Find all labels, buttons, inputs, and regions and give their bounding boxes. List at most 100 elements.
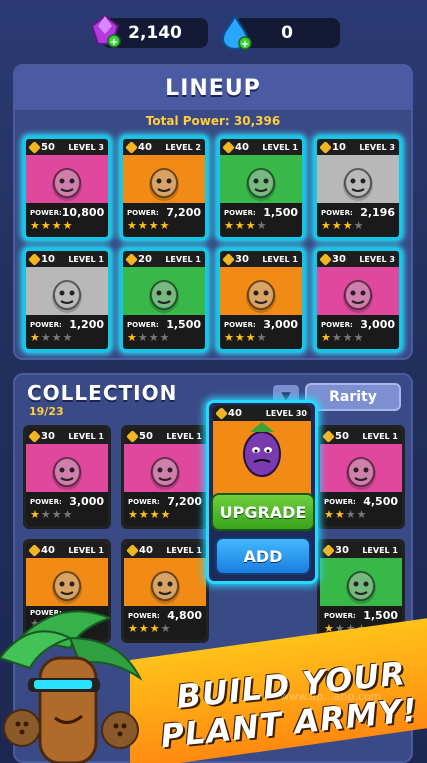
power-label: POWER: (224, 208, 256, 217)
plant-card[interactable]: 40 LEVEL 2 POWER: 7,200 ★ ★ ★ ★ (120, 136, 208, 240)
card-top-bar: 40 LEVEL 1 (124, 542, 206, 558)
card-top-bar: 40 LEVEL 1 (220, 139, 302, 155)
card-level: LEVEL 1 (166, 545, 202, 555)
card-level: LEVEL 1 (68, 254, 104, 264)
plant-card[interactable]: 50 LEVEL 1 POWER: 4,500 ★ ★ ★ ★ (317, 425, 405, 529)
power-value: 3,000 (69, 495, 104, 508)
power-label: POWER: (30, 320, 62, 329)
star-icon: ★ (342, 331, 353, 344)
star-icon: ★ (321, 331, 331, 344)
plant-card[interactable]: 50 LEVEL 3 POWER: 10,800 ★ ★ ★ ★ (23, 136, 111, 240)
star-icon: ★ (137, 331, 148, 344)
star-icon: ★ (159, 331, 170, 344)
card-stats: POWER: 10,800 ★ ★ ★ ★ (26, 203, 108, 237)
selected-card[interactable]: 40 LEVEL 30 (213, 405, 311, 505)
plant-card[interactable]: 50 LEVEL 1 POWER: 7,200 ★ ★ ★ ★ (121, 425, 209, 529)
star-icon: ★ (138, 508, 149, 521)
card-top-bar: 10 LEVEL 3 (317, 139, 399, 155)
card-level: LEVEL 1 (68, 545, 104, 555)
power-value: 1,500 (363, 609, 398, 622)
card-cost: 50 (139, 430, 153, 442)
star-rating: ★★★★ (123, 220, 205, 231)
plant-card[interactable]: 10 LEVEL 1 POWER: 1,200 ★ ★ ★ ★ (23, 248, 111, 352)
star-icon: ★ (148, 219, 159, 232)
coin-icon (322, 429, 335, 443)
plant-character-icon (26, 267, 108, 321)
coin-icon (319, 252, 332, 266)
plant-card[interactable]: 30 LEVEL 1 POWER: 3,000 ★ ★ ★ ★ (217, 248, 305, 352)
svg-text:+: + (110, 37, 118, 48)
upgrade-button[interactable]: UPGRADE (211, 493, 315, 531)
card-top-bar: 50 LEVEL 3 (26, 139, 108, 155)
power-value: 1,200 (69, 318, 104, 331)
card-cost: 30 (332, 253, 346, 265)
star-icon: ★ (256, 331, 267, 344)
star-icon: ★ (62, 331, 73, 344)
card-top-bar: 30 LEVEL 3 (317, 251, 399, 267)
power-label: POWER: (128, 497, 160, 506)
card-cost: 10 (41, 253, 55, 265)
card-level: LEVEL 1 (262, 254, 298, 264)
star-icon: ★ (127, 219, 137, 232)
total-power: Total Power: 30,396 (145, 114, 281, 128)
card-cost: 30 (235, 253, 249, 265)
card-level: LEVEL 1 (166, 431, 202, 441)
card-level: LEVEL 1 (262, 142, 298, 152)
svg-text:+: + (241, 39, 249, 50)
card-top-bar: 40 LEVEL 2 (123, 139, 205, 155)
sort-rarity-button[interactable]: Rarity (305, 383, 401, 411)
star-icon: ★ (331, 219, 342, 232)
coin-icon (322, 543, 335, 557)
card-cost: 30 (41, 430, 55, 442)
card-top-bar: 20 LEVEL 1 (123, 251, 205, 267)
card-top-bar: 30 LEVEL 1 (320, 542, 402, 558)
power-value: 4,800 (167, 609, 202, 622)
star-rating: ★★★★ (317, 220, 399, 231)
plant-character-icon (26, 444, 108, 498)
card-level: LEVEL 1 (362, 545, 398, 555)
coin-icon (125, 252, 138, 266)
plant-character-icon (220, 267, 302, 321)
plant-card[interactable]: 30 LEVEL 1 POWER: 3,000 ★ ★ ★ ★ (23, 425, 111, 529)
star-icon: ★ (321, 219, 331, 232)
star-icon: ★ (334, 508, 345, 521)
card-cost: 40 (139, 544, 153, 556)
gems-value: 2,140 (128, 23, 182, 43)
plant-character-icon (317, 267, 399, 321)
star-icon: ★ (127, 331, 137, 344)
star-icon: ★ (137, 219, 148, 232)
plant-card[interactable]: 20 LEVEL 1 POWER: 1,500 ★ ★ ★ ★ (120, 248, 208, 352)
add-button[interactable]: ADD (215, 537, 311, 575)
card-level: LEVEL 3 (359, 254, 395, 264)
star-icon: ★ (160, 622, 171, 635)
collection-title: COLLECTION (27, 381, 178, 405)
card-stats: POWER:1,500★★★★ (220, 203, 302, 237)
plant-card[interactable]: 30 LEVEL 3 POWER: 3,000 ★ ★ ★ ★ (314, 248, 402, 352)
plant-card[interactable]: 10 LEVEL 3 POWER: 2,196 ★ ★ ★ ★ (314, 136, 402, 240)
power-value: 3,000 (360, 318, 395, 331)
star-rating: ★★★★ (220, 332, 302, 343)
star-icon: ★ (51, 508, 62, 521)
power-label: POWER: (127, 208, 159, 217)
card-cost: 40 (228, 407, 242, 419)
card-stats: POWER:1,500★★★★ (123, 315, 205, 349)
star-icon: ★ (345, 508, 356, 521)
card-level: LEVEL 1 (165, 254, 201, 264)
card-cost: 40 (235, 141, 249, 153)
card-stats: POWER: 4,500 ★ ★ ★ ★ (320, 492, 402, 526)
plant-card[interactable]: 40 LEVEL 1 POWER: 1,500 ★ ★ ★ ★ (217, 136, 305, 240)
star-icon: ★ (245, 331, 256, 344)
collection-count: 19/23 (29, 405, 64, 418)
card-stats: POWER: 7,200 ★ ★ ★ ★ (123, 203, 205, 237)
card-level: LEVEL 2 (165, 142, 201, 152)
power-label: POWER: (30, 208, 62, 217)
card-cost: 30 (335, 544, 349, 556)
plant-character-icon (26, 155, 108, 209)
star-rating: ★★★★ (317, 332, 399, 343)
card-top-bar: 50 LEVEL 1 (320, 428, 402, 444)
star-rating: ★★★★ (26, 332, 108, 343)
card-cost: 50 (335, 430, 349, 442)
eggplant-plant-icon (213, 421, 311, 477)
card-top-bar: 40 LEVEL 1 (26, 542, 108, 558)
star-icon: ★ (324, 508, 334, 521)
